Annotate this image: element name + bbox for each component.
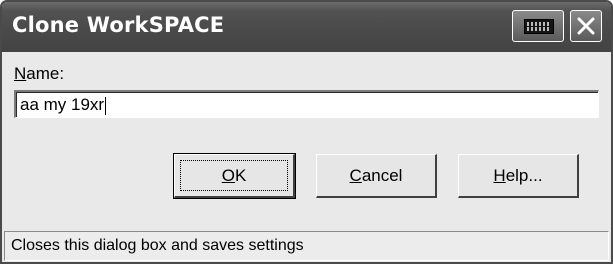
close-button[interactable] [570, 10, 602, 42]
name-label-text: ame: [26, 64, 65, 83]
dialog-title: Clone WorkSPACE [12, 13, 225, 37]
dialog-body: Name: aa my 19xr OK Cancel Help... Close… [2, 52, 611, 262]
help-accelerator: H [493, 165, 506, 185]
clone-workspace-dialog: Clone WorkSPACE Name: aa my 19xr OK Canc… [0, 0, 613, 264]
status-text: Closes this dialog box and saves setting… [11, 237, 304, 254]
name-input-value: aa my 19xr [20, 95, 105, 114]
focus-rectangle [180, 160, 288, 191]
help-button[interactable]: Help... [458, 154, 579, 198]
name-label: Name: [14, 64, 64, 84]
close-icon [577, 17, 595, 35]
text-caret [105, 96, 107, 115]
status-bar: Closes this dialog box and saves setting… [4, 231, 609, 261]
help-label: elp... [505, 165, 543, 185]
cancel-label: ancel [361, 165, 403, 185]
title-bar[interactable]: Clone WorkSPACE [2, 2, 611, 52]
cancel-accelerator: C [349, 165, 362, 185]
ok-button[interactable]: OK [173, 153, 296, 199]
name-input[interactable]: aa my 19xr [14, 90, 599, 118]
keyboard-icon [524, 19, 554, 34]
keyboard-button[interactable] [512, 10, 564, 42]
name-label-accelerator: N [14, 64, 27, 83]
cancel-button[interactable]: Cancel [316, 154, 437, 198]
